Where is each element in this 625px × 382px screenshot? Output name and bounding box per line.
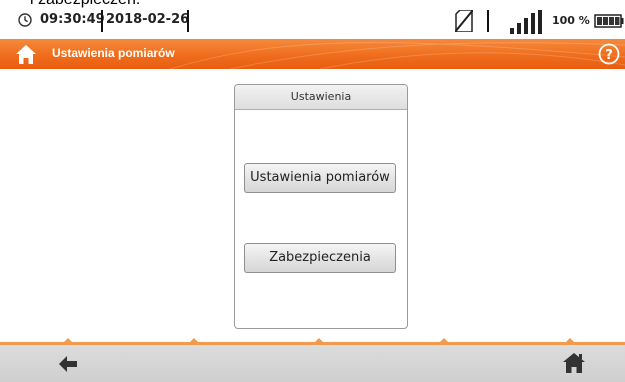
back-arrow-icon[interactable]	[59, 356, 77, 372]
signal-icon	[510, 10, 542, 34]
time-readout: 09:30:49	[40, 12, 105, 27]
svg-text:?: ?	[605, 48, 613, 63]
security-button[interactable]: Zabezpieczenia	[244, 243, 396, 273]
bottom-toolbar	[0, 345, 625, 382]
bottom-notch	[439, 338, 449, 343]
divider	[487, 10, 489, 32]
divider	[187, 10, 189, 32]
status-bar: 09:30:49 2018-02-26 100 %	[0, 8, 625, 38]
home-icon[interactable]	[15, 43, 37, 65]
measurement-settings-button[interactable]: Ustawienia pomiarów	[244, 163, 396, 193]
help-icon[interactable]: ?	[598, 43, 620, 65]
date-readout: 2018-02-26	[106, 12, 190, 27]
bottom-notch	[189, 338, 199, 343]
sd-card-icon	[455, 10, 473, 32]
battery-icon	[594, 14, 624, 28]
clock-icon	[18, 13, 32, 27]
divider	[101, 10, 103, 32]
battery-percent: 100 %	[552, 14, 590, 27]
title-bar: Ustawienia pomiarów ?	[0, 39, 625, 69]
home-icon[interactable]	[563, 353, 585, 373]
page-title: Ustawienia pomiarów	[52, 46, 175, 60]
dialog-title: Ustawienia	[235, 85, 407, 110]
bottom-notch	[63, 338, 73, 343]
bottom-notch	[565, 338, 575, 343]
settings-dialog: Ustawienia Ustawienia pomiarów Zabezpiec…	[234, 84, 408, 329]
bottom-notch	[314, 338, 324, 343]
title-bar-pattern	[170, 42, 625, 69]
